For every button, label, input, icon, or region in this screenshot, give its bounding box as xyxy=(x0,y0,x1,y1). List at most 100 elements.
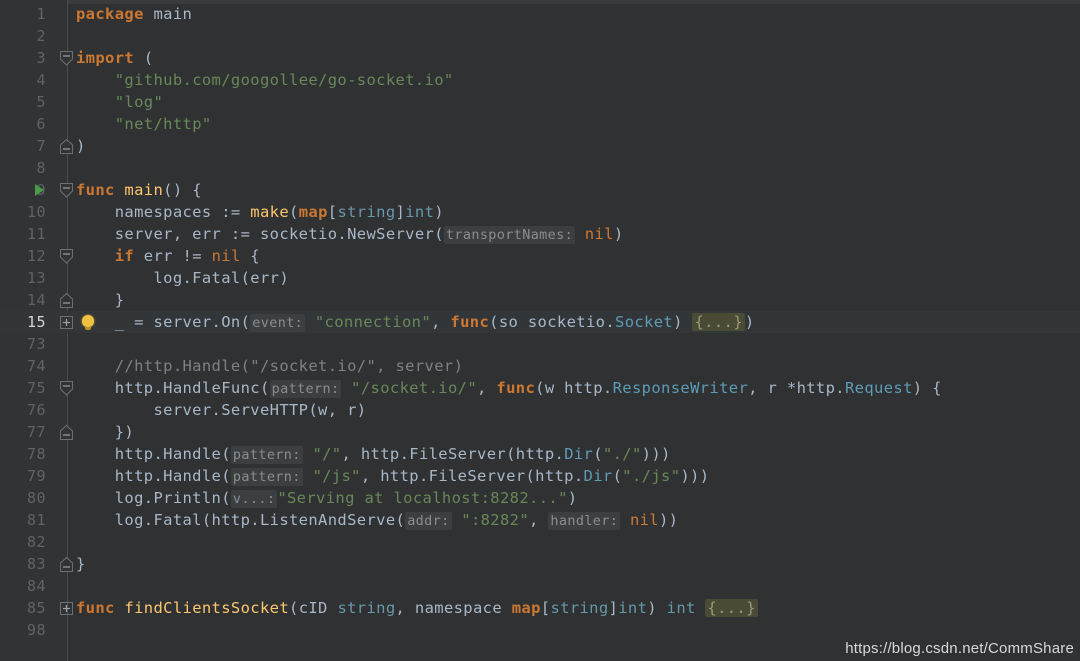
token-str: ":8282" xyxy=(461,511,530,529)
token-kw: func xyxy=(496,379,536,397)
code-line[interactable]: 8 xyxy=(0,157,1080,179)
fold-expanded-start-icon[interactable] xyxy=(60,183,75,198)
token-str: "./js" xyxy=(622,467,681,485)
code-line[interactable]: 3 import ( xyxy=(0,47,1080,69)
line-number: 80 xyxy=(26,489,46,507)
fold-expanded-end-icon[interactable] xyxy=(60,425,75,440)
fold-expanded-end-icon[interactable] xyxy=(60,557,75,572)
code-line[interactable]: 11 server, err := socketio.NewServer(tra… xyxy=(0,223,1080,245)
code-line[interactable]: 6 "net/http" xyxy=(0,113,1080,135)
line-number: 78 xyxy=(26,445,46,463)
code-line[interactable]: 78 http.Handle(pattern: "/", http.FileSe… xyxy=(0,443,1080,465)
token-plain: , xyxy=(529,511,549,529)
code-line[interactable]: 9 func main() { xyxy=(0,179,1080,201)
code-line[interactable]: 2 xyxy=(0,25,1080,47)
fold-expanded-end-icon[interactable] xyxy=(60,139,75,154)
line-content: import ( xyxy=(76,47,153,69)
token-plain: ( xyxy=(134,49,154,67)
code-line[interactable]: 5 "log" xyxy=(0,91,1080,113)
token-plain: } xyxy=(76,555,86,573)
line-number: 77 xyxy=(26,423,46,441)
line-content: if err != nil { xyxy=(76,245,260,267)
token-fold-inline[interactable]: {...} xyxy=(692,313,745,331)
line-number: 8 xyxy=(36,159,46,177)
code-line[interactable]: 12 if err != nil { xyxy=(0,245,1080,267)
fold-expanded-end-icon[interactable] xyxy=(60,293,75,308)
code-line[interactable]: 15 _ = server.On(event: "connection", fu… xyxy=(0,311,1080,333)
token-kw2: nil xyxy=(211,247,241,265)
token-plain: ) xyxy=(647,599,667,617)
token-str: "github.com/googollee/go-socket.io" xyxy=(114,71,454,89)
line-content: http.HandleFunc(pattern: "/socket.io/" , … xyxy=(76,377,942,400)
line-content: log.Println(v...: "Serving at localhost:8… xyxy=(76,487,577,510)
line-content: } xyxy=(76,289,124,311)
token-plain: , r *http. xyxy=(748,379,845,397)
line-number: 15 xyxy=(26,313,46,331)
line-content: log.Fatal(err) xyxy=(76,267,289,289)
token-typ2: Socket xyxy=(615,313,674,331)
code-line[interactable]: 74 //http.Handle("/socket.io/", server) xyxy=(0,355,1080,377)
line-content: _ = server.On(event: "connection", func(… xyxy=(76,311,755,334)
fold-collapsed-icon[interactable] xyxy=(60,316,75,331)
line-number: 85 xyxy=(26,599,46,617)
line-number: 13 xyxy=(26,269,46,287)
code-line[interactable]: 79 http.Handle(pattern: "/js", http.File… xyxy=(0,465,1080,487)
token-str: "net/http" xyxy=(114,115,212,133)
fold-expanded-start-icon[interactable] xyxy=(60,249,75,264)
fold-expanded-start-icon[interactable] xyxy=(60,381,75,396)
code-line[interactable]: 77 }) xyxy=(0,421,1080,443)
token-plain: , xyxy=(431,313,451,331)
code-line[interactable]: 83} xyxy=(0,553,1080,575)
token-plain: ))) xyxy=(641,445,671,463)
fold-collapsed-icon[interactable] xyxy=(60,602,75,617)
token-plain: server.ServeHTTP(w, r) xyxy=(76,401,367,419)
line-content: func findClientsSocket(cID string, names… xyxy=(76,597,758,619)
token-plain: () { xyxy=(163,181,202,199)
intention-bulb-icon[interactable] xyxy=(82,315,94,330)
token-str: "connection" xyxy=(314,313,432,331)
token-plain: [ xyxy=(327,203,338,221)
code-line[interactable]: 98 xyxy=(0,619,1080,641)
token-plain: ) xyxy=(673,313,693,331)
line-content: "net/http" xyxy=(76,113,212,135)
code-line[interactable]: 81 log.Fatal(http.ListenAndServe(addr: "… xyxy=(0,509,1080,531)
token-hint: handler: xyxy=(548,512,621,530)
token-kw2: nil xyxy=(629,511,659,529)
code-line[interactable]: 7) xyxy=(0,135,1080,157)
code-line[interactable]: 10 namespaces := make(map[string]int) xyxy=(0,201,1080,223)
code-line[interactable]: 1 package main xyxy=(0,3,1080,25)
token-typ2: Dir xyxy=(583,467,613,485)
token-plain: server, err := socketio.NewServer( xyxy=(76,225,444,243)
line-number: 75 xyxy=(26,379,46,397)
code-line[interactable]: 76 server.ServeHTTP(w, r) xyxy=(0,399,1080,421)
token-type: string xyxy=(337,599,396,617)
code-line[interactable]: 80 log.Println(v...: "Serving at localhos… xyxy=(0,487,1080,509)
line-number: 7 xyxy=(36,137,46,155)
code-line[interactable]: 75 http.HandleFunc(pattern: "/socket.io/… xyxy=(0,377,1080,399)
line-content: } xyxy=(76,553,86,575)
token-fn: findClientsSocket xyxy=(124,599,290,617)
token-plain: ) xyxy=(76,137,86,155)
token-plain: ) xyxy=(613,225,624,243)
fold-expanded-start-icon[interactable] xyxy=(60,51,75,66)
code-line[interactable]: 85 func findClientsSocket(cID string, nam… xyxy=(0,597,1080,619)
code-line[interactable]: 84 xyxy=(0,575,1080,597)
code-editor[interactable]: 1 package main 2 3 import (4 "github.com/goo… xyxy=(0,0,1080,661)
code-line[interactable]: 13 log.Fatal(err) xyxy=(0,267,1080,289)
token-plain: ))) xyxy=(680,467,710,485)
token-plain: http.Handle( xyxy=(76,445,231,463)
code-line[interactable]: 82 xyxy=(0,531,1080,553)
code-line[interactable]: 73 xyxy=(0,333,1080,355)
code-line[interactable]: 14 } xyxy=(0,289,1080,311)
token-plain: ] xyxy=(608,599,619,617)
run-gutter-icon[interactable] xyxy=(35,184,44,196)
token-fold-inline[interactable]: {...} xyxy=(705,599,758,617)
code-line[interactable]: 4 "github.com/googollee/go-socket.io" xyxy=(0,69,1080,91)
line-number: 2 xyxy=(36,27,46,45)
